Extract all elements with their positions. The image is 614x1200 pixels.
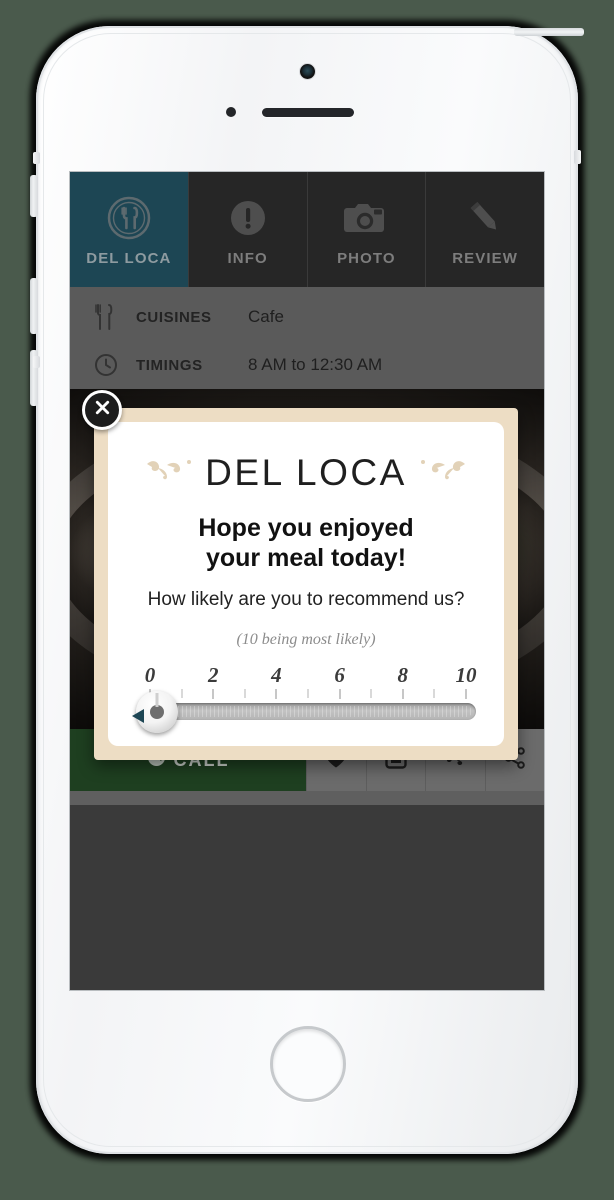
modal-headline: Hope you enjoyed your meal today! [198,514,413,573]
camera-icon [341,192,391,244]
modal-panel: DEL LOCA Hope you enjoyed your meal toda… [108,422,504,746]
feedback-modal: DEL LOCA Hope you enjoyed your meal toda… [82,390,518,760]
info-exclamation-icon [227,192,269,244]
slider-tick-10 [465,689,467,699]
slider-tick-marks [136,689,476,699]
top-tab-bar: DEL LOCA INFO PHOTO REVIEW [70,172,544,287]
slider-scale-labels: 0 2 4 6 8 10 [136,663,477,689]
slider-label-8: 8 [397,663,409,687]
slider-label-2: 2 [207,663,219,687]
slider-tick-5 [307,689,309,698]
info-label-cuisines: CUISINES [136,308,212,326]
left-antenna-band-top [33,152,40,164]
slider-tick-8 [402,689,404,699]
tab-label-del-loca: DEL LOCA [86,250,172,267]
tab-label-photo: PHOTO [337,250,396,267]
modal-hint: (10 being most likely) [236,631,376,648]
modal-headline-line1: Hope you enjoyed [198,514,414,542]
modal-headline-line2: your meal today! [205,543,407,572]
modal-question: How likely are you to recommend us? [147,589,465,610]
slider-label-10: 10 [455,663,477,687]
slider-tick-3 [244,689,246,698]
close-modal-button[interactable] [82,390,122,430]
slider-label-0: 0 [144,663,156,687]
camera-lens-icon [300,64,315,79]
slider-knob-arrow-icon [132,709,144,723]
tab-label-info: INFO [227,250,268,267]
screenshot-stage: DEL LOCA INFO PHOTO REVIEW CUISINES Cafe… [0,0,614,1200]
modal-brand-title: DEL LOCA [205,452,407,493]
tab-review[interactable]: REVIEW [426,172,544,287]
info-row-cuisines[interactable]: CUISINES Cafe [70,293,544,341]
info-label-timings: TIMINGS [136,356,203,374]
tab-photo[interactable]: PHOTO [307,172,427,287]
right-antenna-band [574,150,581,164]
close-x-icon [93,398,112,422]
slider-knob-dot [150,705,164,719]
tab-info[interactable]: INFO [188,172,308,287]
home-button[interactable] [270,1026,346,1102]
clock-icon [94,353,136,377]
power-button[interactable] [514,28,584,36]
flourish-ornament-left-icon [145,458,192,489]
restaurant-info-list: CUISINES Cafe TIMINGS 8 AM to 12:30 AM [70,287,544,389]
slider-tick-6 [339,689,341,699]
slider-tick-4 [275,689,277,699]
flourish-ornament-right-icon [420,458,467,489]
slider-tick-9 [433,689,435,698]
volume-up-button[interactable] [30,278,38,334]
recommend-slider[interactable]: 0 2 4 6 8 10 [132,663,477,739]
slider-tick-2 [212,689,214,699]
left-antenna-band-bottom [33,356,40,368]
info-value-cuisines: Cafe [248,307,284,326]
tab-label-review: REVIEW [452,250,519,267]
slider-track[interactable] [142,703,476,720]
slider-label-6: 6 [334,663,345,687]
fork-knife-icon [94,304,136,330]
earpiece-speaker-icon [262,108,354,117]
pencil-icon [463,192,507,244]
info-row-timings[interactable]: TIMINGS 8 AM to 12:30 AM [70,341,544,389]
slider-label-4: 4 [271,663,282,687]
slider-tick-1 [181,689,183,698]
info-value-timings: 8 AM to 12:30 AM [248,355,383,374]
restaurant-logo-icon [106,192,152,244]
mute-switch[interactable] [30,175,38,217]
screen-bottom-filler [70,791,544,805]
proximity-sensor-icon [226,107,236,117]
modal-brand-row: DEL LOCA [145,452,467,494]
slider-tick-7 [370,689,372,698]
tab-del-loca[interactable]: DEL LOCA [70,172,189,287]
